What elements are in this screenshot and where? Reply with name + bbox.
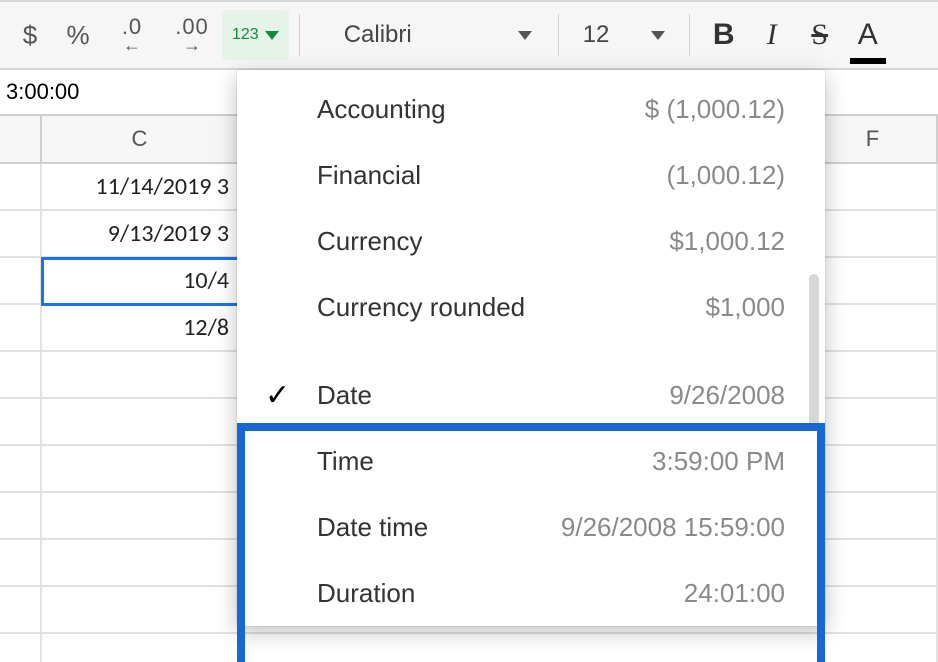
cell[interactable] xyxy=(0,493,42,540)
cell[interactable] xyxy=(0,540,42,587)
cell[interactable] xyxy=(0,305,42,352)
menu-item-example: 9/26/2008 15:59:00 xyxy=(561,512,785,543)
menu-item-example: $ (1,000.12) xyxy=(645,94,785,125)
font-size-select[interactable]: 12 xyxy=(569,10,679,60)
increase-decimal-icon: .00 → xyxy=(175,16,209,54)
menu-item-example: $1,000 xyxy=(705,292,785,323)
cell[interactable] xyxy=(42,493,239,540)
menu-item-currency[interactable]: Currency $1,000.12 xyxy=(237,208,825,274)
menu-item-label: Accounting xyxy=(317,94,446,125)
more-formats-label: 123 xyxy=(232,26,259,44)
cell[interactable] xyxy=(0,211,42,258)
increase-decimal-button[interactable]: .00 → xyxy=(164,10,220,60)
menu-item-label: Duration xyxy=(317,578,415,609)
cell[interactable] xyxy=(42,587,239,634)
menu-item-label: Currency xyxy=(317,226,422,257)
strikethrough-button[interactable]: S xyxy=(798,10,842,60)
cell[interactable] xyxy=(42,446,239,493)
bold-button[interactable]: B xyxy=(702,10,746,60)
chevron-down-icon xyxy=(651,31,665,40)
cell[interactable] xyxy=(239,634,938,662)
toolbar: $ % .0 ← .00 → 123 Calibri 12 B I S A xyxy=(0,0,938,70)
menu-item-example: 24:01:00 xyxy=(684,578,785,609)
chevron-down-icon xyxy=(265,31,279,40)
cell[interactable] xyxy=(42,540,239,587)
cell[interactable] xyxy=(42,399,239,446)
decrease-decimal-button[interactable]: .0 ← xyxy=(104,10,160,60)
cell-c3[interactable]: 9/13/2019 3 xyxy=(42,211,239,258)
cell[interactable] xyxy=(0,352,42,399)
format-currency-button[interactable]: $ xyxy=(8,10,52,60)
menu-item-label: Financial xyxy=(317,160,421,191)
cell-c2[interactable]: 11/14/2019 3 xyxy=(42,164,239,211)
percent-icon: % xyxy=(66,20,89,51)
font-size-label: 12 xyxy=(583,21,610,49)
menu-scrollbar[interactable] xyxy=(809,274,819,430)
separator xyxy=(299,14,300,56)
dollar-icon: $ xyxy=(23,20,37,51)
menu-item-financial[interactable]: Financial (1,000.12) xyxy=(237,142,825,208)
cell[interactable] xyxy=(0,634,42,662)
separator xyxy=(689,14,690,56)
font-family-select[interactable]: Calibri xyxy=(328,10,548,60)
menu-item-example: 3:59:00 PM xyxy=(652,446,785,477)
cell[interactable] xyxy=(42,352,239,399)
menu-item-duration[interactable]: Duration 24:01:00 xyxy=(237,560,825,626)
italic-button[interactable]: I xyxy=(750,10,794,60)
menu-item-currency-rounded[interactable]: Currency rounded $1,000 xyxy=(237,274,825,340)
menu-item-example: $1,000.12 xyxy=(669,226,785,257)
format-percent-button[interactable]: % xyxy=(56,10,100,60)
decrease-decimal-icon: .0 ← xyxy=(122,16,142,54)
cell[interactable] xyxy=(0,446,42,493)
column-header-c[interactable]: C xyxy=(42,116,239,162)
menu-item-label: Currency rounded xyxy=(317,292,525,323)
chevron-down-icon xyxy=(518,31,532,40)
column-header-f[interactable]: F xyxy=(809,116,938,162)
menu-item-example: (1,000.12) xyxy=(666,160,785,191)
menu-item-label: Date time xyxy=(317,512,428,543)
menu-item-date[interactable]: ✓ Date 9/26/2008 xyxy=(237,362,825,428)
cell[interactable] xyxy=(42,634,239,662)
menu-item-label: Time xyxy=(317,446,374,477)
cell[interactable] xyxy=(0,164,42,211)
cell[interactable] xyxy=(0,258,42,305)
number-format-menu: Accounting $ (1,000.12) Financial (1,000… xyxy=(237,70,825,626)
font-family-label: Calibri xyxy=(344,21,412,49)
separator xyxy=(558,14,559,56)
menu-item-label: Date xyxy=(317,380,372,411)
menu-item-accounting[interactable]: Accounting $ (1,000.12) xyxy=(237,76,825,142)
menu-item-example: 9/26/2008 xyxy=(669,380,785,411)
cell[interactable] xyxy=(0,399,42,446)
more-formats-button[interactable]: 123 xyxy=(222,10,289,60)
cell-c5[interactable]: 12/8 xyxy=(42,305,239,352)
menu-item-date-time[interactable]: Date time 9/26/2008 15:59:00 xyxy=(237,494,825,560)
text-color-button[interactable]: A xyxy=(846,10,890,60)
formula-bar-value: 3:00:00 xyxy=(6,79,79,105)
cell[interactable] xyxy=(0,587,42,634)
check-icon: ✓ xyxy=(265,378,290,413)
cell-c4-selected[interactable]: 10/4 xyxy=(42,258,239,305)
menu-item-time[interactable]: Time 3:59:00 PM xyxy=(237,428,825,494)
column-header-blank[interactable] xyxy=(0,116,42,162)
